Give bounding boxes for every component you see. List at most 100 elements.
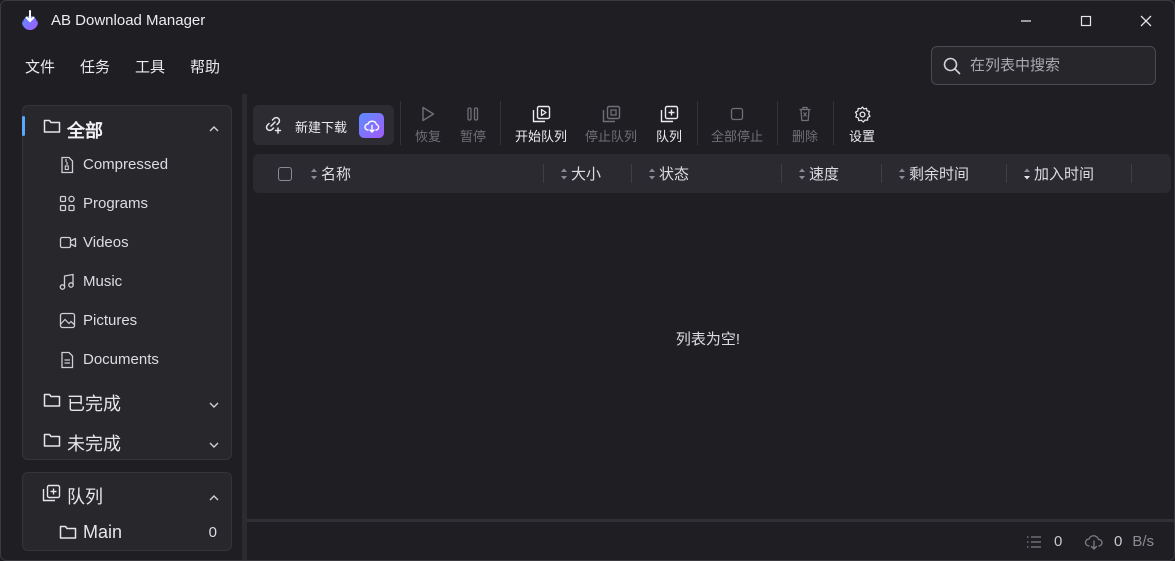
category-item-programs[interactable]: Programs xyxy=(23,192,231,216)
column-separator[interactable] xyxy=(631,164,632,183)
selection-indicator xyxy=(22,116,25,136)
video-camera-icon xyxy=(59,235,77,250)
speed-unit: B/s xyxy=(1132,533,1155,550)
category-item-compressed[interactable]: Compressed xyxy=(23,153,231,177)
menu-tools[interactable]: 工具 xyxy=(129,56,171,77)
cloud-download-button[interactable] xyxy=(359,113,384,138)
active-count: 0 xyxy=(1054,533,1063,550)
category-item-pictures[interactable]: Pictures xyxy=(23,309,231,333)
folder-icon xyxy=(43,432,61,448)
category-unfinished[interactable]: 未完成 xyxy=(23,428,231,454)
music-note-icon xyxy=(59,273,75,291)
download-speed-status: 0 B/s xyxy=(1084,533,1154,550)
queue-header[interactable]: 队列 xyxy=(23,481,231,507)
maximize-button[interactable] xyxy=(1072,9,1100,33)
column-separator[interactable] xyxy=(881,164,882,183)
download-table-header: 名称 大小 状态 速度 剩余时间 加入时间 xyxy=(253,154,1171,193)
stop-queue-icon xyxy=(602,105,621,123)
queue-title: 队列 xyxy=(67,487,103,507)
pause-button[interactable]: 暂停 xyxy=(458,105,488,145)
cloud-download-icon xyxy=(363,120,379,133)
link-add-icon xyxy=(263,116,283,139)
column-header-label: 剩余时间 xyxy=(909,166,970,183)
search-box[interactable] xyxy=(931,46,1156,85)
category-item-label: Music xyxy=(83,273,123,290)
close-button[interactable] xyxy=(1132,9,1160,33)
search-input[interactable] xyxy=(970,57,1140,74)
app-logo-icon xyxy=(19,10,41,32)
column-header-speed[interactable]: 速度 xyxy=(798,154,839,193)
minimize-button[interactable] xyxy=(1012,9,1040,33)
start-queue-icon xyxy=(532,105,551,123)
queue-item-main[interactable]: Main 0 xyxy=(23,520,231,546)
active-downloads-status: 0 xyxy=(1026,533,1062,550)
column-separator[interactable] xyxy=(781,164,782,183)
category-item-videos[interactable]: Videos xyxy=(23,231,231,255)
chevron-up-icon[interactable] xyxy=(209,120,219,138)
speed-value: 0 xyxy=(1114,533,1123,550)
queue-button[interactable]: 队列 xyxy=(654,105,684,145)
stop-icon xyxy=(730,105,744,123)
column-separator[interactable] xyxy=(1131,164,1132,183)
column-header-status[interactable]: 状态 xyxy=(648,154,689,193)
start-queue-label: 开始队列 xyxy=(514,129,567,144)
category-all-label: 全部 xyxy=(67,121,103,141)
resume-button[interactable]: 恢复 xyxy=(413,105,443,145)
chevron-up-icon[interactable] xyxy=(209,489,219,507)
stop-queue-button[interactable]: 停止队列 xyxy=(584,105,638,145)
title-bar[interactable]: AB Download Manager xyxy=(1,1,1174,41)
resume-label: 恢复 xyxy=(414,129,441,144)
category-item-label: Documents xyxy=(83,351,159,368)
toolbar-separator xyxy=(500,101,501,145)
stop-all-button[interactable]: 全部停止 xyxy=(710,105,764,145)
category-panel: 全部 Compressed Programs Videos Music Pict… xyxy=(22,105,232,460)
column-header-name[interactable]: 名称 xyxy=(310,154,351,193)
column-header-size[interactable]: 大小 xyxy=(560,154,601,193)
settings-button[interactable]: 设置 xyxy=(847,105,877,145)
cloud-download-icon xyxy=(1084,534,1103,550)
new-download-button[interactable]: 新建下载 xyxy=(253,105,394,145)
search-icon xyxy=(943,57,961,74)
sort-icon xyxy=(899,168,905,179)
menu-file[interactable]: 文件 xyxy=(19,56,61,77)
category-completed[interactable]: 已完成 xyxy=(23,388,231,414)
app-window: AB Download Manager 文件 任务 工具 帮助 全部 xyxy=(0,0,1175,561)
status-divider xyxy=(247,519,1174,522)
category-completed-label: 已完成 xyxy=(67,394,121,414)
category-item-documents[interactable]: Documents xyxy=(23,348,231,372)
chevron-down-icon[interactable] xyxy=(209,436,219,454)
chevron-down-icon[interactable] xyxy=(209,396,219,414)
column-header-label: 状态 xyxy=(659,166,690,183)
settings-label: 设置 xyxy=(848,129,875,144)
gear-icon xyxy=(854,105,871,123)
sort-icon xyxy=(649,168,655,179)
category-item-music[interactable]: Music xyxy=(23,270,231,294)
category-all[interactable]: 全部 xyxy=(22,106,231,147)
category-item-label: Pictures xyxy=(83,312,138,329)
menu-help[interactable]: 帮助 xyxy=(184,56,226,77)
sort-icon xyxy=(311,168,317,179)
column-separator[interactable] xyxy=(1006,164,1007,183)
column-separator[interactable] xyxy=(543,164,544,183)
column-header-date-added[interactable]: 加入时间 xyxy=(1023,154,1094,193)
trash-icon xyxy=(798,105,812,123)
document-icon xyxy=(59,351,75,369)
menu-tasks[interactable]: 任务 xyxy=(74,56,116,77)
category-item-label: Programs xyxy=(83,195,149,212)
category-item-label: Compressed xyxy=(83,156,169,173)
toolbar-separator xyxy=(400,101,401,145)
sort-icon xyxy=(799,168,805,179)
start-queue-button[interactable]: 开始队列 xyxy=(514,105,568,145)
pause-icon xyxy=(466,105,480,123)
play-icon xyxy=(421,105,435,123)
column-header-time-left[interactable]: 剩余时间 xyxy=(898,154,969,193)
queue-icon xyxy=(42,484,61,502)
category-unfinished-label: 未完成 xyxy=(67,434,121,454)
delete-button[interactable]: 删除 xyxy=(790,105,820,145)
select-all-checkbox[interactable] xyxy=(278,167,292,181)
column-header-label: 名称 xyxy=(321,166,352,183)
toolbar: 新建下载 恢复 暂停 开始队列 停止队列 队列 全部停止 删除 设置 xyxy=(247,94,1174,150)
toolbar-separator xyxy=(833,101,834,145)
menu-bar: 文件 任务 工具 帮助 xyxy=(19,56,239,77)
delete-label: 删除 xyxy=(791,129,818,144)
